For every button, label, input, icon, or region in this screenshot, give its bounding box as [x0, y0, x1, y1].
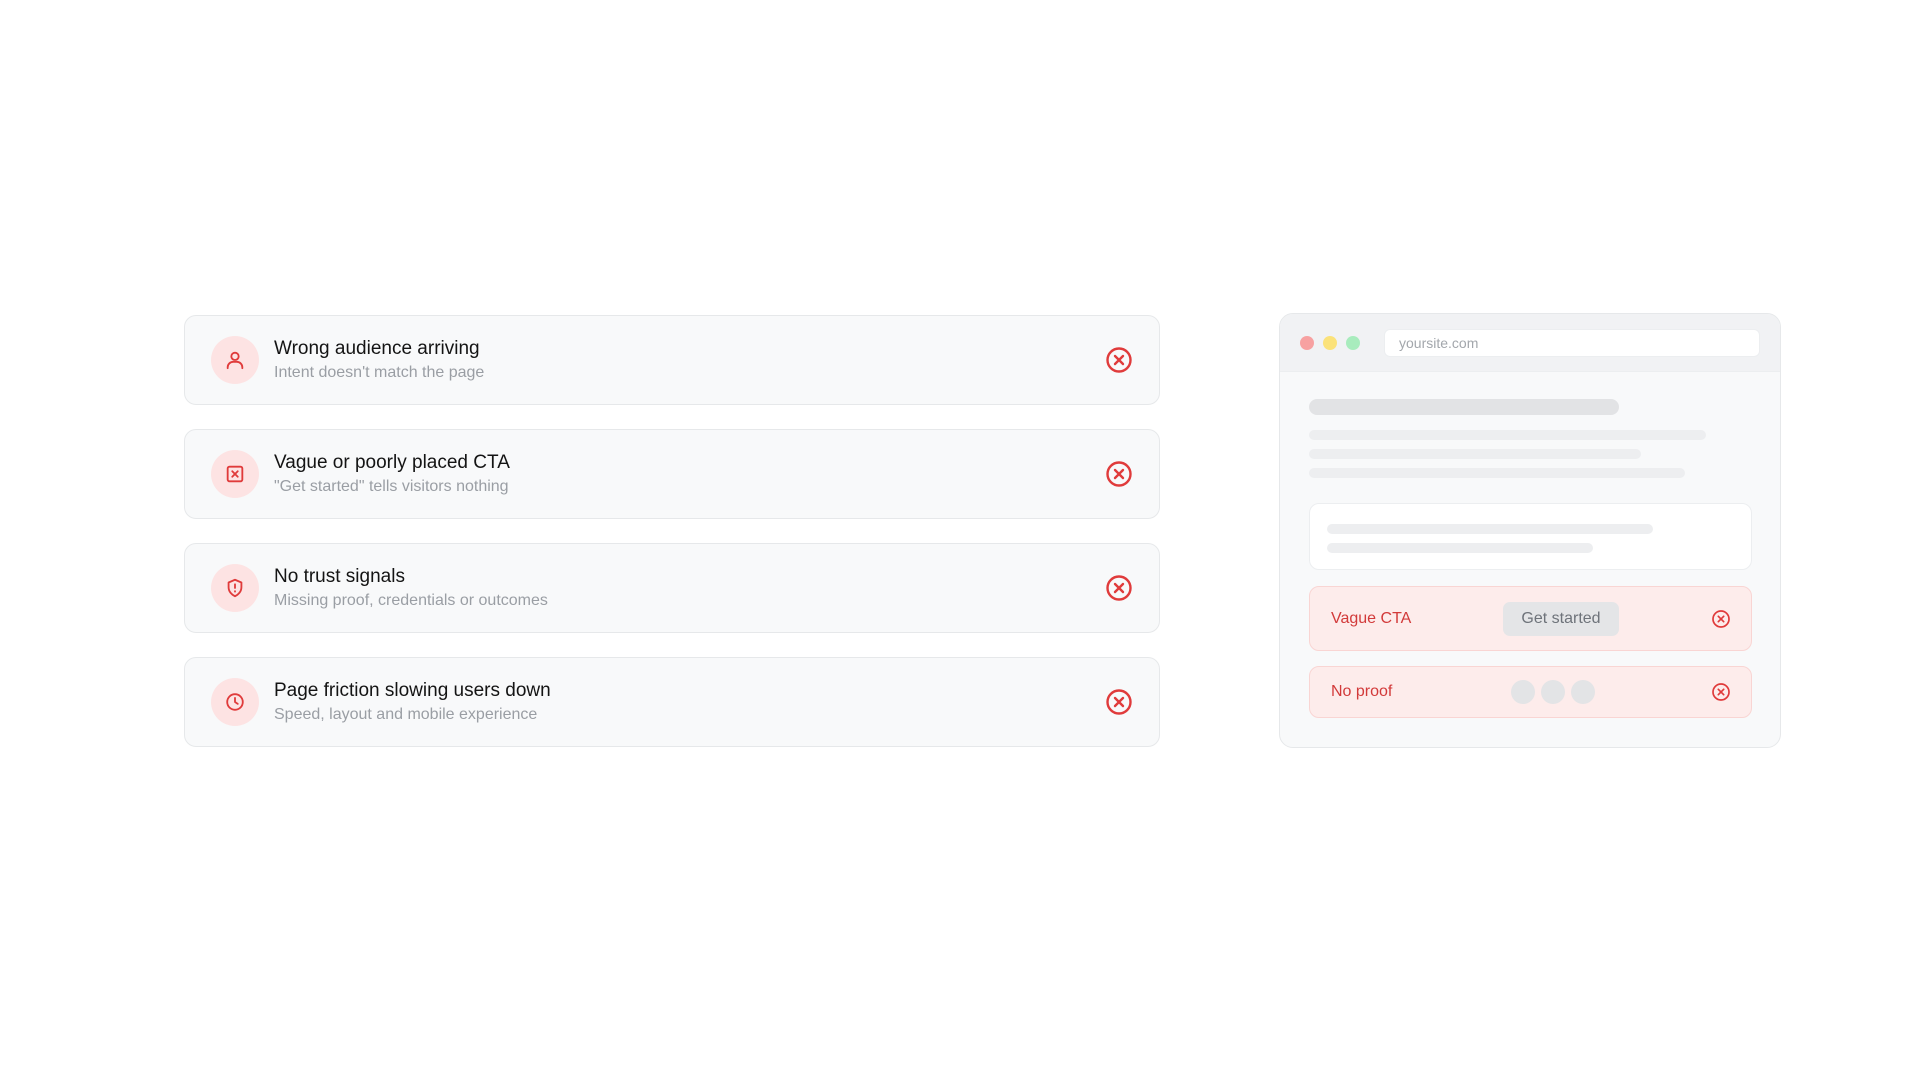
issue-subtitle: Missing proof, credentials or outcomes — [274, 591, 548, 609]
issue-card-no-trust[interactable]: No trust signals Missing proof, credenti… — [184, 543, 1160, 633]
issue-text: Page friction slowing users down Speed, … — [274, 679, 551, 726]
browser-mockup: yoursite.com Vague CTA Get started No pr… — [1279, 313, 1781, 748]
window-maximize-dot — [1346, 336, 1360, 350]
skeleton-card — [1309, 503, 1752, 570]
issue-card-page-friction[interactable]: Page friction slowing users down Speed, … — [184, 657, 1160, 747]
issue-title: Page friction slowing users down — [274, 679, 551, 701]
flag-label: No proof — [1331, 683, 1393, 700]
issue-title: Vague or poorly placed CTA — [274, 451, 510, 473]
avatar-placeholder — [1571, 680, 1595, 704]
shield-alert-icon — [211, 564, 259, 612]
issue-title: Wrong audience arriving — [274, 337, 480, 359]
skeleton-heading — [1309, 399, 1619, 415]
issue-subtitle: Speed, layout and mobile experience — [274, 705, 538, 723]
get-started-button[interactable]: Get started — [1503, 602, 1619, 636]
issue-text: No trust signals Missing proof, credenti… — [274, 565, 548, 612]
issue-subtitle: "Get started" tells visitors nothing — [274, 477, 509, 495]
browser-toolbar: yoursite.com — [1280, 314, 1780, 372]
window-minimize-dot — [1323, 336, 1337, 350]
issue-subtitle: Intent doesn't match the page — [274, 363, 485, 381]
user-icon — [211, 336, 259, 384]
error-icon — [1711, 609, 1731, 629]
x-square-icon — [211, 450, 259, 498]
flag-label: Vague CTA — [1331, 609, 1412, 627]
skeleton-line — [1327, 543, 1593, 553]
skeleton-line — [1327, 524, 1653, 534]
flag-no-proof: No proof — [1309, 666, 1752, 718]
dismiss-icon[interactable] — [1105, 688, 1133, 716]
clock-icon — [211, 678, 259, 726]
issue-title: No trust signals — [274, 565, 405, 587]
avatar-placeholder — [1541, 680, 1565, 704]
issue-card-wrong-audience[interactable]: Wrong audience arriving Intent doesn't m… — [184, 315, 1160, 405]
error-icon — [1711, 682, 1731, 702]
skeleton-line — [1309, 430, 1706, 440]
dismiss-icon[interactable] — [1105, 574, 1133, 602]
issue-text: Vague or poorly placed CTA "Get started"… — [274, 451, 510, 498]
issue-text: Wrong audience arriving Intent doesn't m… — [274, 337, 484, 384]
address-bar[interactable]: yoursite.com — [1384, 329, 1760, 357]
dismiss-icon[interactable] — [1105, 346, 1133, 374]
skeleton-line — [1309, 468, 1685, 478]
window-close-dot — [1300, 336, 1314, 350]
flag-vague-cta: Vague CTA Get started — [1309, 586, 1752, 651]
issue-card-vague-cta[interactable]: Vague or poorly placed CTA "Get started"… — [184, 429, 1160, 519]
issue-list: Wrong audience arriving Intent doesn't m… — [184, 315, 1160, 771]
skeleton-line — [1309, 449, 1641, 459]
dismiss-icon[interactable] — [1105, 460, 1133, 488]
avatar-placeholder — [1511, 680, 1535, 704]
